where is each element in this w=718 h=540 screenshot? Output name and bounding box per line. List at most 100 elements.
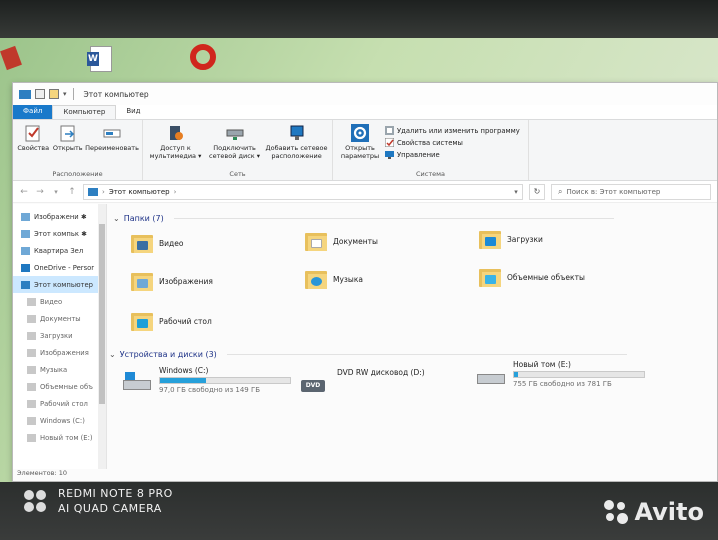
back-arrow-icon[interactable]: ← [19, 187, 29, 197]
breadcrumb-chevron-icon[interactable]: › [102, 188, 105, 196]
drive-e[interactable]: Новый том (E:) 755 ГБ свободно из 781 ГБ [477, 360, 645, 388]
camera-line-2: AI QUAD CAMERA [58, 502, 162, 515]
drive-c-free: 97,0 ГБ свободно из 149 ГБ [159, 386, 261, 394]
new-folder-quick-icon[interactable] [49, 89, 59, 99]
nav-item-label: Загрузки [40, 331, 73, 340]
nav-item[interactable]: Квартира Зел [13, 242, 106, 259]
search-input[interactable]: ⌕ Поиск в: Этот компьютер [551, 183, 711, 200]
3d-objects-folder-icon [479, 266, 501, 288]
add-network-location-button[interactable]: Добавить сетевое расположение [265, 124, 328, 160]
camera-watermark: REDMI NOTE 8 PRO AI QUAD CAMERA [22, 486, 173, 516]
tab-view[interactable]: Вид [116, 105, 150, 119]
desktop-app-icon[interactable] [0, 45, 22, 71]
nav-item[interactable]: Загрузки [13, 327, 106, 344]
address-bar: ← → ▾ ↑ › Этот компьютер › ▾ ↻ ⌕ Поиск в… [13, 181, 717, 203]
up-arrow-icon[interactable]: ↑ [67, 187, 77, 197]
chevron-down-icon: ⌄ [109, 350, 116, 359]
open-button[interactable]: Открыть [52, 124, 85, 152]
nav-item-label: Квартира Зел [34, 246, 84, 255]
scrollbar-thumb[interactable] [99, 224, 105, 404]
gear-icon [351, 124, 369, 142]
explorer-window: ▾ Этот компьютер Файл Компьютер Вид Свой… [12, 82, 718, 482]
status-bar: Элементов: 10 [13, 469, 717, 481]
avito-watermark: Avito [602, 498, 704, 526]
nav-item[interactable]: Этот компьютер [13, 276, 106, 293]
folder-icon [21, 212, 30, 221]
network-group: Доступ к мультимедиа ▾ Подключить сетево… [143, 120, 333, 180]
navigation-pane: Изображени ✱ Этот компьк ✱ Квартира Зел One… [13, 204, 107, 471]
monitor-bezel-top [0, 0, 718, 42]
nav-item[interactable]: Документы [13, 310, 106, 327]
search-placeholder: Поиск в: Этот компьютер [566, 187, 661, 196]
folder-icon [27, 382, 36, 391]
nav-list: Изображени ✱ Этот компьк ✱ Квартира Зел One… [13, 208, 106, 446]
nav-item-label: Документы [40, 314, 81, 323]
rename-button[interactable]: Переименовать [85, 124, 139, 152]
system-small-buttons: Удалить или изменить программу Свойства … [385, 124, 520, 159]
nav-scrollbar[interactable] [98, 204, 106, 471]
documents-folder-icon [305, 230, 327, 252]
quad-camera-icon [24, 490, 46, 512]
nav-item[interactable]: Изображени ✱ [13, 208, 106, 225]
open-settings-button[interactable]: Открыть параметры [337, 124, 383, 160]
properties-quick-icon[interactable] [35, 89, 45, 99]
folder-icon [27, 314, 36, 323]
nav-item[interactable]: Объемные объ [13, 378, 106, 395]
network-location-icon [290, 125, 304, 140]
avito-text: Avito [634, 498, 704, 526]
folder-icon [27, 331, 36, 340]
folder-desktop[interactable]: Рабочий стол [131, 310, 212, 332]
breadcrumb-chevron-icon[interactable]: › [174, 188, 177, 196]
nav-item[interactable]: Windows (C:) [13, 412, 106, 429]
nav-item[interactable]: Видео [13, 293, 106, 310]
manage-button[interactable]: Управление [385, 150, 520, 159]
network-group-label: Сеть [229, 170, 246, 178]
open-icon [60, 125, 75, 142]
folder-images[interactable]: Изображения [131, 270, 213, 292]
drive-c-name: Windows (C:) [159, 366, 209, 375]
folders-section-header[interactable]: ⌄ Папки (7) [113, 214, 614, 223]
uninstall-program-button[interactable]: Удалить или изменить программу [385, 126, 520, 135]
folder-video[interactable]: Видео [131, 232, 183, 254]
folder-documents[interactable]: Документы [305, 230, 378, 252]
folder-downloads[interactable]: Загрузки [479, 228, 543, 250]
cloud-icon [21, 263, 30, 272]
quick-access-dropdown-icon[interactable]: ▾ [63, 90, 67, 98]
nav-item[interactable]: OneDrive - Persor [13, 259, 106, 276]
properties-button[interactable]: Свойства [17, 124, 50, 152]
system-properties-button[interactable]: Свойства системы [385, 138, 520, 147]
drives-section-header[interactable]: ⌄ Устройства и диски (3) [109, 350, 627, 359]
nav-item-label: Новый том (E:) [40, 433, 93, 442]
downloads-folder-icon [479, 228, 501, 250]
media-server-icon [169, 126, 183, 140]
media-access-button[interactable]: Доступ к мультимедиа ▾ [147, 124, 204, 160]
opera-desktop-icon[interactable] [178, 44, 228, 72]
camera-line-1: REDMI NOTE 8 PRO [58, 487, 173, 500]
dvd-drive-icon: DVD [301, 374, 329, 394]
word-desktop-icon[interactable]: W [86, 46, 116, 74]
pc-icon [21, 280, 30, 289]
address-dropdown-icon[interactable]: ▾ [510, 188, 522, 196]
nav-item-label: Музыка [40, 365, 68, 374]
nav-item[interactable]: Изображения [13, 344, 106, 361]
chevron-down-icon: ⌄ [113, 214, 120, 223]
breadcrumb-this-pc[interactable]: Этот компьютер [109, 188, 170, 196]
drive-c[interactable]: Windows (C:) 97,0 ГБ свободно из 149 ГБ [123, 366, 291, 394]
tab-computer[interactable]: Компьютер [52, 105, 117, 119]
map-network-drive-button[interactable]: Подключить сетевой диск ▾ [206, 124, 263, 160]
nav-item[interactable]: Музыка [13, 361, 106, 378]
system-group: Открыть параметры Удалить или изменить п… [333, 120, 529, 180]
drive-d[interactable]: DVD DVD RW дисковод (D:) [301, 368, 425, 394]
nav-item[interactable]: Рабочий стол [13, 395, 106, 412]
forward-arrow-icon[interactable]: → [35, 187, 45, 197]
recent-dropdown-icon[interactable]: ▾ [51, 188, 61, 196]
nav-item[interactable]: Этот компьк ✱ [13, 225, 106, 242]
folder-icon [27, 348, 36, 357]
folder-music[interactable]: Музыка [305, 268, 363, 290]
tab-file[interactable]: Файл [13, 105, 53, 119]
address-field[interactable]: › Этот компьютер › ▾ [83, 183, 523, 200]
folder-3d-objects[interactable]: Объемные объекты [479, 266, 585, 288]
folder-icon [27, 399, 36, 408]
nav-item[interactable]: Новый том (E:) [13, 429, 106, 446]
refresh-button[interactable]: ↻ [529, 183, 545, 200]
